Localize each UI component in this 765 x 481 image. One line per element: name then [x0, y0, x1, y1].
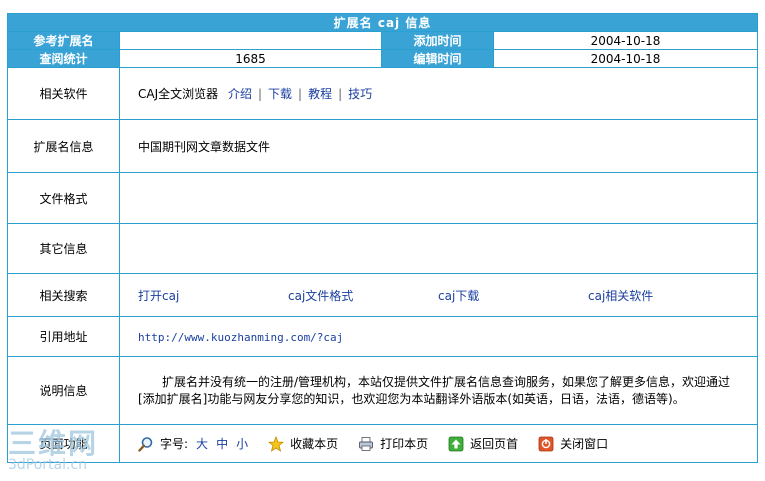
close-window-label: 关闭窗口: [560, 437, 609, 451]
functions-row: 字号: 大 中 小 收藏本页 打印本页 返回页首 关闭窗口: [119, 424, 758, 463]
bookmark-button[interactable]: 收藏本页: [268, 435, 338, 452]
software-download-link[interactable]: 下载: [268, 87, 292, 101]
search-software-link[interactable]: caj相关软件: [588, 289, 653, 303]
arrow-up-icon: [448, 436, 464, 451]
search-format-link[interactable]: caj文件格式: [288, 289, 353, 303]
related-search-label: 相关搜索: [7, 273, 120, 317]
related-software-row: CAJ全文浏览器 介绍 | 下载 | 教程 | 技巧: [119, 67, 758, 120]
ref-ext-label: 参考扩展名: [7, 31, 120, 50]
related-software-label: 相关软件: [7, 67, 120, 120]
zoom-icon: [138, 436, 153, 452]
search-download-link[interactable]: caj下载: [438, 289, 479, 303]
description-text: 扩展名并没有统一的注册/管理机构，本站仅提供文件扩展名信息查询服务，如果您了解更…: [138, 374, 731, 406]
software-tips-link[interactable]: 技巧: [348, 87, 372, 101]
ref-url-link[interactable]: http://www.kuozhanming.com/?caj: [138, 331, 343, 344]
ref-ext-value: [119, 31, 382, 50]
description-label: 说明信息: [7, 356, 120, 425]
ext-info-label: 扩展名信息: [7, 119, 120, 173]
ref-url-row: http://www.kuozhanming.com/?caj: [119, 316, 758, 357]
font-size-control: 字号: 大 中 小: [138, 435, 248, 452]
page-title: 扩展名 caj 信息: [7, 13, 758, 32]
ext-info-table: 扩展名 caj 信息 参考扩展名 添加时间 2004-10-18 查阅统计 16…: [7, 13, 758, 463]
add-time-label: 添加时间: [381, 31, 494, 50]
font-large-link[interactable]: 大: [196, 435, 208, 452]
add-time-value: 2004-10-18: [493, 31, 758, 50]
close-icon: [538, 436, 554, 451]
print-label: 打印本页: [380, 437, 429, 451]
back-to-top-button[interactable]: 返回页首: [448, 435, 518, 452]
ext-info-value: 中国期刊网文章数据文件: [119, 119, 758, 173]
file-format-label: 文件格式: [7, 172, 120, 224]
other-info-label: 其它信息: [7, 223, 120, 274]
font-size-label: 字号:: [160, 437, 189, 451]
software-intro-link[interactable]: 介绍: [228, 87, 252, 101]
description-row: 扩展名并没有统一的注册/管理机构，本站仅提供文件扩展名信息查询服务，如果您了解更…: [119, 356, 758, 425]
search-open-link[interactable]: 打开caj: [138, 289, 179, 303]
star-icon: [268, 435, 285, 452]
watermark-small-text: 3dPortal.cn: [8, 457, 88, 473]
software-tutorial-link[interactable]: 教程: [308, 87, 332, 101]
watermark-big-text: 三维网: [8, 427, 99, 460]
views-label: 查阅统计: [7, 49, 120, 68]
print-button[interactable]: 打印本页: [358, 435, 428, 452]
ref-url-label: 引用地址: [7, 316, 120, 357]
views-value: 1685: [119, 49, 382, 68]
related-search-row: 打开caj caj文件格式 caj下载 caj相关软件: [119, 273, 758, 317]
info-panel: 扩展名 caj 信息 参考扩展名 添加时间 2004-10-18 查阅统计 16…: [7, 13, 758, 463]
font-small-link[interactable]: 小: [236, 435, 248, 452]
other-info-value: [119, 223, 758, 274]
back-to-top-label: 返回页首: [470, 437, 519, 451]
edit-time-label: 编辑时间: [381, 49, 494, 68]
printer-icon: [359, 436, 374, 451]
file-format-value: [119, 172, 758, 224]
site-watermark-logo: 三维网 3dPortal.cn: [8, 427, 99, 473]
close-window-button[interactable]: 关闭窗口: [538, 435, 608, 452]
font-medium-link[interactable]: 中: [216, 435, 228, 452]
edit-time-value: 2004-10-18: [493, 49, 758, 68]
bookmark-label: 收藏本页: [290, 437, 339, 451]
software-name: CAJ全文浏览器: [138, 87, 219, 101]
